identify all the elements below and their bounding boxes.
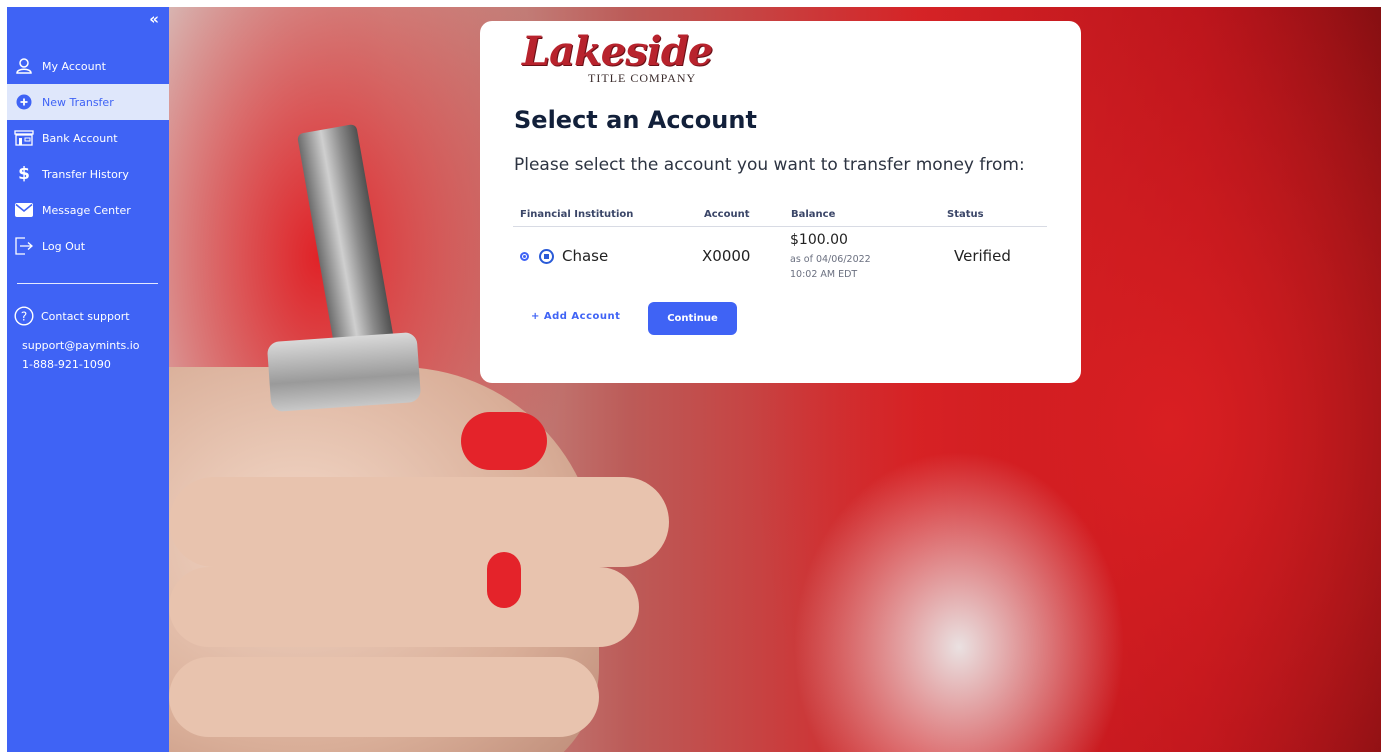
sidebar-item-label: Bank Account <box>42 131 118 145</box>
user-icon <box>13 55 35 77</box>
sidebar-item-message-center[interactable]: Message Center <box>7 192 169 228</box>
finger-shape <box>169 567 639 647</box>
account-number: X0000 <box>702 247 751 265</box>
company-logo: Lakeside TITLE COMPANY <box>522 29 722 91</box>
svg-text:?: ? <box>21 310 27 324</box>
finger-shape <box>169 477 669 567</box>
sidebar-item-label: New Transfer <box>42 95 114 109</box>
bank-logo-icon <box>539 249 554 264</box>
column-header-balance: Balance <box>791 209 836 220</box>
account-select-radio[interactable] <box>520 252 529 261</box>
status-badge: Verified <box>954 247 1011 265</box>
sidebar-divider <box>17 283 158 284</box>
sidebar-item-label: Transfer History <box>42 167 129 181</box>
logo-subtitle: TITLE COMPANY <box>588 71 697 85</box>
select-account-card: Lakeside TITLE COMPANY Select an Account… <box>480 21 1081 383</box>
balance-amount: $100.00 <box>790 232 848 248</box>
column-header-account: Account <box>704 209 750 220</box>
bank-building-icon <box>13 127 35 149</box>
sidebar-item-transfer-history[interactable]: $ Transfer History <box>7 156 169 192</box>
fingernail-shape <box>461 412 547 470</box>
fingernail-shape <box>487 552 521 608</box>
sidebar-item-bank-account[interactable]: Bank Account <box>7 120 169 156</box>
logout-icon <box>13 235 35 257</box>
continue-button[interactable]: Continue <box>648 302 737 335</box>
plus-circle-icon <box>13 91 35 113</box>
contact-support-link[interactable]: ? Contact support <box>13 305 130 327</box>
sidebar-item-label: Log Out <box>42 239 86 253</box>
collapse-sidebar-button[interactable]: « <box>149 10 159 28</box>
sidebar-item-my-account[interactable]: My Account <box>7 48 169 84</box>
sidebar-item-label: My Account <box>42 59 106 73</box>
column-header-status: Status <box>947 209 984 220</box>
sidebar-item-new-transfer[interactable]: New Transfer <box>7 84 169 120</box>
contact-support-label: Contact support <box>41 309 130 323</box>
finger-shape <box>169 657 599 737</box>
dollar-icon: $ <box>18 164 30 184</box>
sidebar-nav: My Account New Transfer Bank Account $ T… <box>7 48 169 264</box>
envelope-icon <box>13 199 35 221</box>
support-email-link[interactable]: support@paymints.io <box>22 339 140 352</box>
question-circle-icon: ? <box>13 305 35 327</box>
support-phone: 1-888-921-1090 <box>22 358 111 371</box>
sidebar: « My Account New Transfer Bank Account $… <box>7 7 169 752</box>
key-head-image <box>266 331 422 413</box>
logo-word: Lakeside <box>522 28 713 75</box>
table-header-divider <box>513 226 1047 227</box>
sidebar-item-log-out[interactable]: Log Out <box>7 228 169 264</box>
column-header-institution: Financial Institution <box>520 209 634 220</box>
balance-as-of-time: 10:02 AM EDT <box>790 269 858 280</box>
add-account-button[interactable]: + Add Account <box>531 311 620 322</box>
page-subtitle: Please select the account you want to tr… <box>514 155 1025 175</box>
institution-name: Chase <box>562 247 609 265</box>
sidebar-item-label: Message Center <box>42 203 131 217</box>
page-title: Select an Account <box>514 106 757 134</box>
balance-as-of-date: as of 04/06/2022 <box>790 254 871 265</box>
